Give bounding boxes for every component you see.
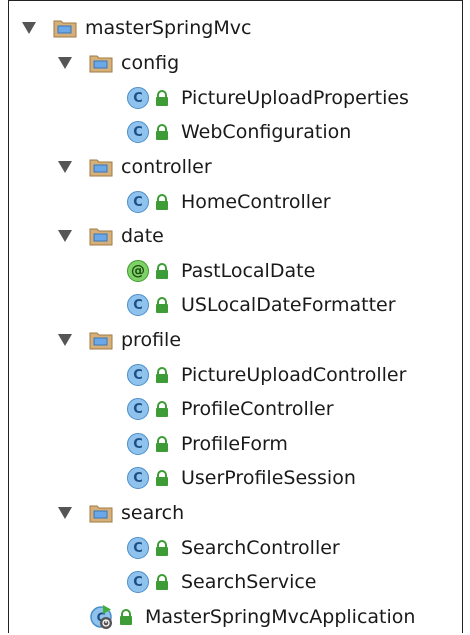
- tree-node-label: masterSpringMvc: [85, 17, 252, 39]
- lock-icon: [155, 366, 171, 384]
- lock-icon: [155, 262, 171, 280]
- tree-node-package-profile[interactable]: profile: [55, 323, 181, 357]
- tree-node-class[interactable]: C PictureUploadController: [127, 358, 406, 392]
- package-folder-icon: [89, 226, 113, 246]
- tree-node-label: ProfileForm: [181, 433, 288, 455]
- tree-node-class[interactable]: C SearchService: [127, 565, 317, 599]
- tree-node-label: PastLocalDate: [181, 260, 316, 282]
- tree-node-class[interactable]: C ProfileForm: [127, 427, 288, 461]
- tree-node-class[interactable]: C ProfileController: [127, 392, 334, 426]
- tree-node-class[interactable]: C PictureUploadProperties: [127, 81, 409, 115]
- tree-node-label: profile: [121, 329, 182, 351]
- class-icon: C: [127, 87, 149, 109]
- tree-node-root[interactable]: masterSpringMvc: [19, 11, 251, 45]
- package-folder-icon: [89, 503, 113, 523]
- expand-triangle-icon[interactable]: [55, 330, 75, 350]
- class-icon: C: [127, 294, 149, 316]
- expand-triangle-icon[interactable]: [55, 157, 75, 177]
- tree-node-label: controller: [121, 156, 212, 178]
- lock-icon: [155, 400, 171, 418]
- expand-triangle-icon[interactable]: [19, 18, 39, 38]
- tree-node-class[interactable]: C SearchController: [127, 531, 340, 565]
- expand-triangle-icon[interactable]: [55, 53, 75, 73]
- tree-node-label: SearchService: [181, 571, 317, 593]
- tree-node-label: UserProfileSession: [181, 467, 356, 489]
- tree-node-label: SearchController: [181, 537, 340, 559]
- tree-node-label: ProfileController: [181, 398, 334, 420]
- tree-node-label: PictureUploadController: [181, 364, 407, 386]
- tree-node-label: config: [121, 52, 180, 74]
- lock-icon: [155, 539, 171, 557]
- lock-icon: [155, 89, 171, 107]
- tree-node-class[interactable]: C USLocalDateFormatter: [127, 288, 396, 322]
- lock-icon: [155, 123, 171, 141]
- project-tree-panel: masterSpringMvc config C PictureUploadPr…: [8, 0, 463, 633]
- class-icon: C: [127, 571, 149, 593]
- module-folder-icon: [53, 18, 77, 38]
- tree-node-annotation[interactable]: @ PastLocalDate: [127, 254, 315, 288]
- class-icon: C: [127, 433, 149, 455]
- spring-boot-run-icon: C: [89, 604, 115, 630]
- tree-node-label: MasterSpringMvcApplication: [145, 606, 416, 628]
- annotation-icon: @: [127, 260, 149, 282]
- class-icon: C: [127, 364, 149, 386]
- tree-node-application-class[interactable]: C MasterSpringMvcApplication: [89, 600, 415, 634]
- class-icon: C: [127, 398, 149, 420]
- tree-node-label: WebConfiguration: [181, 121, 352, 143]
- class-icon: C: [127, 537, 149, 559]
- class-icon: C: [127, 121, 149, 143]
- tree-node-package-date[interactable]: date: [55, 219, 164, 253]
- tree-node-label: PictureUploadProperties: [181, 87, 409, 109]
- package-folder-icon: [89, 53, 113, 73]
- package-folder-icon: [89, 330, 113, 350]
- lock-icon: [119, 608, 135, 626]
- class-icon: C: [127, 191, 149, 213]
- lock-icon: [155, 193, 171, 211]
- package-folder-icon: [89, 157, 113, 177]
- lock-icon: [155, 573, 171, 591]
- tree-node-label: date: [121, 225, 164, 247]
- lock-icon: [155, 296, 171, 314]
- class-icon: C: [127, 467, 149, 489]
- tree-node-package-search[interactable]: search: [55, 496, 184, 530]
- tree-node-class[interactable]: C WebConfiguration: [127, 115, 351, 149]
- tree-node-package-config[interactable]: config: [55, 46, 179, 80]
- tree-node-class[interactable]: C UserProfileSession: [127, 461, 356, 495]
- tree-node-label: search: [121, 502, 185, 524]
- lock-icon: [155, 435, 171, 453]
- expand-triangle-icon[interactable]: [55, 226, 75, 246]
- lock-icon: [155, 469, 171, 487]
- tree-node-label: USLocalDateFormatter: [181, 294, 396, 316]
- tree-node-label: HomeController: [181, 191, 331, 213]
- expand-triangle-icon[interactable]: [55, 503, 75, 523]
- tree-node-package-controller[interactable]: controller: [55, 150, 212, 184]
- tree-node-class[interactable]: C HomeController: [127, 185, 331, 219]
